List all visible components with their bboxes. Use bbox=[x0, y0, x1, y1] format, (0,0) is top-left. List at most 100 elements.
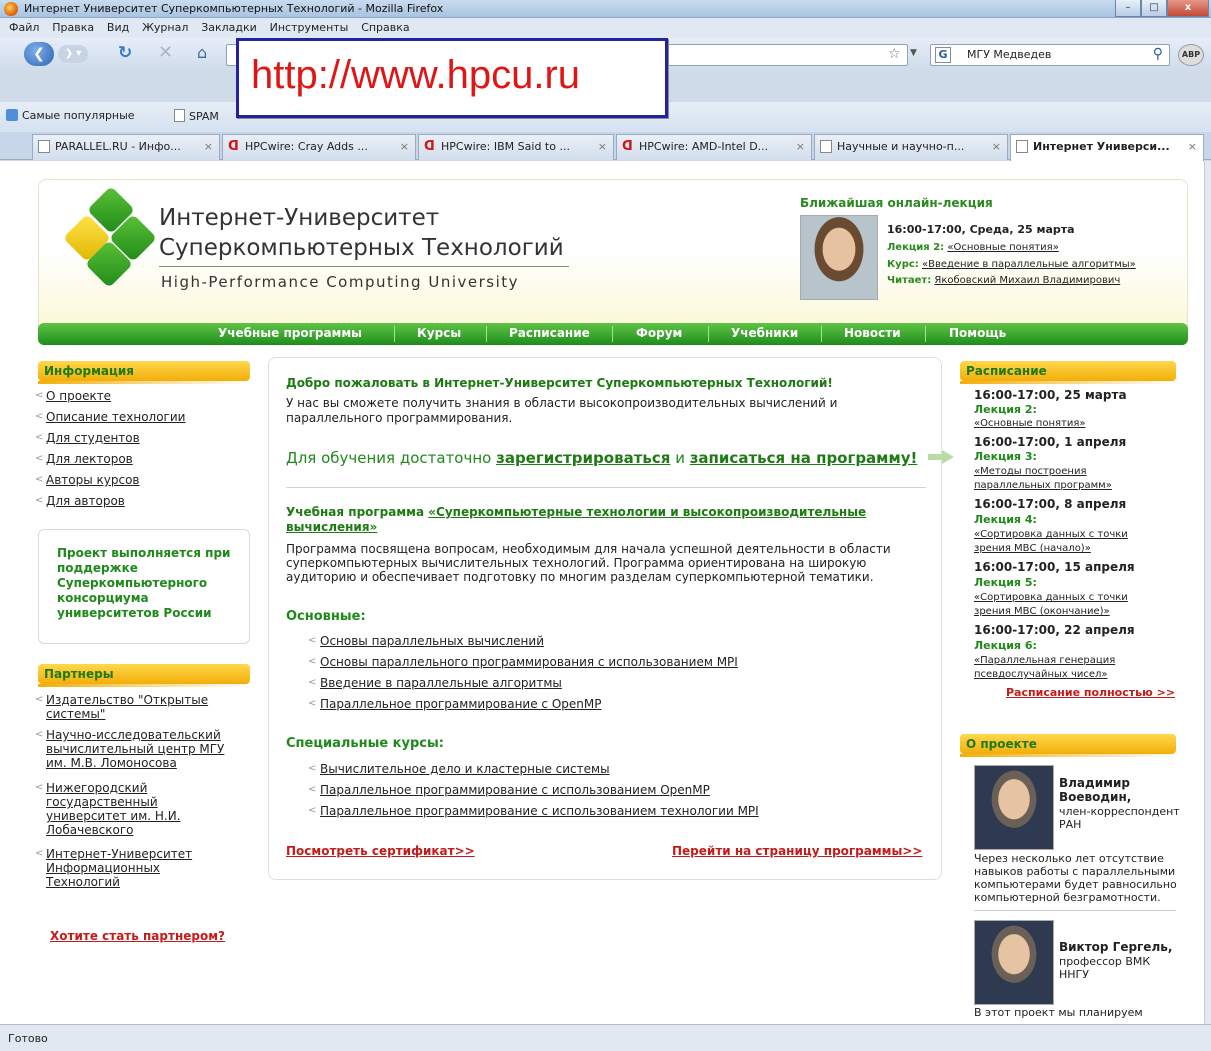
project-support-box: Проект выполняется при поддержке Суперко… bbox=[38, 529, 250, 644]
web-page: Интернет-Университет Суперкомпьютерных Т… bbox=[0, 161, 1211, 1024]
url-dropdown-icon[interactable]: ▼ bbox=[910, 48, 917, 58]
course-link-clusters[interactable]: < Вычислительное дело и кластерные систем… bbox=[308, 762, 610, 776]
course-link-mpi-programming[interactable]: < Параллельное программирование с использ… bbox=[308, 804, 759, 818]
back-arrow-icon: ❮ bbox=[33, 46, 45, 62]
nav-forum[interactable]: Форум bbox=[636, 326, 682, 340]
schedule-lecture-link[interactable]: «Сортировка данных с точки bbox=[974, 591, 1128, 604]
certificate-link[interactable]: Посмотреть сертификат>> bbox=[286, 844, 475, 858]
nav-programs[interactable]: Учебные программы bbox=[218, 326, 362, 340]
tab-close-icon[interactable]: × bbox=[400, 135, 409, 159]
schedule-lecture: Лекция 3: bbox=[974, 450, 1037, 463]
schedule-lecture-link[interactable]: параллельных программ» bbox=[974, 479, 1112, 492]
search-bar[interactable]: G МГУ Медведев ⚲ bbox=[930, 44, 1170, 66]
reload-icon[interactable]: ↻ bbox=[118, 43, 132, 63]
info-link-students[interactable]: < Для студентов bbox=[35, 431, 140, 445]
bookmark-folder-icon bbox=[6, 109, 18, 121]
nav-courses[interactable]: Курсы bbox=[417, 326, 461, 340]
tab-close-icon[interactable]: × bbox=[598, 135, 607, 159]
menu-bookmarks[interactable]: Закладки bbox=[201, 18, 257, 38]
person2-quote: В этот проект мы планируем bbox=[974, 1006, 1143, 1019]
bookmark-most-visited[interactable]: Самые популярные bbox=[6, 109, 135, 122]
info-link-about[interactable]: < О проекте bbox=[35, 389, 111, 403]
bullet-icon: < bbox=[35, 432, 44, 443]
course-link-openmp-programming[interactable]: < Параллельное программирование с использ… bbox=[308, 783, 710, 797]
partner-link-msu[interactable]: < Научно-исследовательский вычислительный… bbox=[35, 728, 236, 770]
bullet-icon: < bbox=[35, 848, 44, 859]
lecturer-link[interactable]: Якобовский Михаил Владимирович bbox=[934, 275, 1120, 286]
back-button[interactable]: ❮ bbox=[24, 42, 54, 66]
tab-hpcwire-ibm[interactable]: ᗡ HPCwire: IBM Said to ... × bbox=[418, 134, 614, 160]
tab-hpcwire-amd[interactable]: ᗡ HPCwire: AMD-Intel D... × bbox=[616, 134, 812, 160]
info-heading: Информация bbox=[38, 361, 250, 384]
tab-close-icon[interactable]: × bbox=[1188, 135, 1197, 159]
partner-link-intuit[interactable]: < Интернет-Университет Информационных Тех… bbox=[35, 847, 211, 889]
project-support-text: Проект выполняется при поддержке Суперко… bbox=[57, 546, 231, 620]
bookmark-star-icon[interactable]: ☆ bbox=[888, 46, 901, 62]
next-lecture-link[interactable]: «Основные понятия» bbox=[947, 242, 1058, 253]
maximize-button[interactable]: □ bbox=[1141, 0, 1167, 17]
person1-quote: навыков работы с параллельными bbox=[974, 865, 1176, 878]
stop-icon[interactable]: ✕ bbox=[158, 42, 173, 63]
partner-link-osp[interactable]: < Издательство "Открытые системы" bbox=[35, 693, 231, 721]
tab-hpcu-active[interactable]: Интернет Универси... × bbox=[1010, 134, 1204, 161]
register-link[interactable]: зарегистрироваться bbox=[496, 449, 670, 467]
schedule-lecture-link[interactable]: «Параллельная генерация bbox=[974, 654, 1115, 667]
tab-close-icon[interactable]: × bbox=[204, 135, 213, 159]
search-input[interactable]: МГУ Медведев bbox=[967, 48, 1051, 61]
vertical-scrollbar[interactable] bbox=[1204, 161, 1211, 1024]
tab-parallel[interactable]: PARALLEL.RU - Инфо... × bbox=[32, 134, 220, 160]
adblock-icon[interactable]: ABP bbox=[1178, 44, 1204, 66]
course-link-mpi-basics[interactable]: < Основы параллельного программирования с… bbox=[308, 655, 738, 669]
info-link-lecturers[interactable]: < Для лекторов bbox=[35, 452, 133, 466]
bullet-icon: < bbox=[35, 495, 44, 506]
menu-tools[interactable]: Инструменты bbox=[270, 18, 349, 38]
menu-file[interactable]: Файл bbox=[9, 18, 39, 38]
window-controls: – □ x bbox=[1115, 0, 1209, 17]
nav-help[interactable]: Помощь bbox=[949, 326, 1006, 340]
nav-textbooks[interactable]: Учебники bbox=[731, 326, 798, 340]
tab-hpcwire-cray[interactable]: ᗡ HPCwire: Cray Adds ... × bbox=[222, 134, 416, 160]
bookmark-spam[interactable]: SPAM bbox=[174, 109, 219, 123]
full-schedule-link[interactable]: Расписание полностью >> bbox=[1006, 686, 1175, 699]
info-link-for-authors[interactable]: < Для авторов bbox=[35, 494, 125, 508]
tab-close-icon[interactable]: × bbox=[992, 135, 1001, 159]
program-page-link[interactable]: Перейти на страницу программы>> bbox=[672, 844, 922, 858]
program-description: Программа посвящена вопросам, необходимы… bbox=[286, 542, 891, 584]
nav-news[interactable]: Новости bbox=[844, 326, 901, 340]
become-partner-link[interactable]: Хотите стать партнером? bbox=[50, 929, 225, 943]
course-link-parallel-basics[interactable]: < Основы параллельных вычислений bbox=[308, 634, 544, 648]
nav-schedule[interactable]: Расписание bbox=[509, 326, 590, 340]
home-icon[interactable]: ⌂ bbox=[197, 43, 207, 62]
info-link-technology[interactable]: < Описание технологии bbox=[35, 410, 185, 424]
menu-edit[interactable]: Правка bbox=[52, 18, 94, 38]
course-link-openmp[interactable]: < Параллельное программирование с OpenMP bbox=[308, 697, 601, 711]
schedule-lecture-link[interactable]: «Сортировка данных с точки bbox=[974, 528, 1128, 541]
hpcu-logo-icon[interactable] bbox=[62, 185, 158, 311]
minimize-button[interactable]: – bbox=[1115, 0, 1141, 17]
enroll-link[interactable]: записаться на программу! bbox=[690, 449, 918, 467]
schedule-lecture-link[interactable]: зрения МВС (окончание)» bbox=[974, 605, 1110, 618]
schedule-lecture-link[interactable]: «Методы построения bbox=[974, 465, 1086, 478]
schedule-lecture-link[interactable]: псевдослучайных чисел» bbox=[974, 668, 1108, 681]
menu-view[interactable]: Вид bbox=[107, 18, 129, 38]
close-button[interactable]: x bbox=[1167, 0, 1209, 17]
next-course-link[interactable]: «Введение в параллельные алгоритмы» bbox=[922, 259, 1136, 270]
url-overlay: http://www.hpcu.ru bbox=[236, 38, 668, 118]
next-lecture-heading: Ближайшая онлайн-лекция bbox=[800, 196, 993, 210]
page-icon bbox=[820, 140, 832, 153]
firefox-icon bbox=[4, 2, 18, 16]
tab-scientific[interactable]: Научные и научно-п... × bbox=[814, 134, 1008, 160]
course-link-parallel-algorithms[interactable]: < Введение в параллельные алгоритмы bbox=[308, 676, 562, 690]
search-icon[interactable]: ⚲ bbox=[1153, 46, 1163, 62]
google-icon[interactable]: G bbox=[935, 47, 951, 63]
info-link-course-authors[interactable]: < Авторы курсов bbox=[35, 473, 140, 487]
partner-link-nnsu[interactable]: < Нижегородский государственный университ… bbox=[35, 781, 206, 837]
page-icon bbox=[174, 109, 185, 122]
schedule-lecture-link[interactable]: «Основные понятия» bbox=[974, 417, 1085, 430]
schedule-lecture-link[interactable]: зрения МВС (начало)» bbox=[974, 542, 1091, 555]
tab-close-icon[interactable]: × bbox=[796, 135, 805, 159]
about-heading: О проекте bbox=[960, 734, 1176, 757]
menu-history[interactable]: Журнал bbox=[142, 18, 188, 38]
menu-help[interactable]: Справка bbox=[361, 18, 409, 38]
forward-button[interactable]: ❯ ▾ bbox=[58, 45, 88, 63]
